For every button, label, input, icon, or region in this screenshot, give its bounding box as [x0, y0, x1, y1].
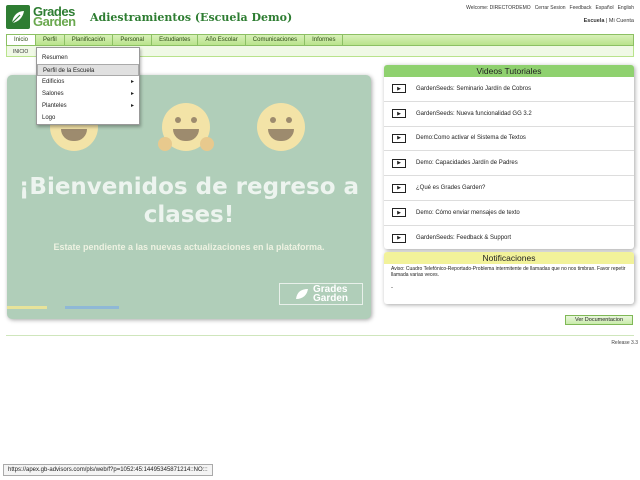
mouth — [268, 129, 294, 141]
spanish-link[interactable]: Español — [596, 5, 614, 11]
menu-informes[interactable]: Informes — [305, 35, 344, 45]
menu-planificacion[interactable]: Planificación — [65, 35, 114, 45]
logout-link[interactable]: Cerrar Sesion — [535, 5, 566, 11]
eye — [191, 117, 197, 123]
logo-text: Grades Garden — [33, 5, 76, 29]
dropdown-item-label: Perfil de la Escuela — [43, 68, 95, 74]
status-bar-url: https://apex.gb-advisors.com/pls/web/f?p… — [3, 464, 213, 476]
user-links: Escuela | Mi Cuenta — [584, 18, 634, 24]
dropdown-item-perfil-escuela[interactable]: Perfil de la Escuela — [37, 64, 139, 76]
grin-emoji-icon — [257, 103, 305, 151]
video-play-icon: ▶ — [392, 183, 406, 193]
app-header: Grades Garden Adiestramientos (Escuela D… — [0, 0, 640, 34]
leaf-icon — [6, 5, 30, 29]
dropdown-item-label: Logo — [42, 115, 56, 121]
video-title: Demo:Como activar el Sistema de Textos — [416, 135, 526, 142]
school-link[interactable]: Escuela — [584, 18, 605, 24]
banner-logo-line2: Garden — [312, 293, 348, 304]
video-title: GardenSeeds: Feedback & Support — [416, 235, 512, 242]
welcome-text: Welcome: DIRECTORDEMO — [466, 5, 531, 11]
english-link[interactable]: English — [618, 5, 634, 11]
submenu-arrow-icon: ▸ — [130, 91, 134, 97]
dropdown-item-logo[interactable]: Logo — [37, 112, 139, 124]
video-play-icon: ▶ — [392, 208, 406, 218]
eye — [286, 117, 292, 123]
dropdown-item-label: Resumen — [42, 55, 68, 61]
release-version: Release 3.3 — [611, 340, 638, 346]
stripe-blue — [65, 306, 119, 309]
dropdown-item-salones[interactable]: Salones ▸ — [37, 88, 139, 100]
notifications-panel-title: Notificaciones — [384, 252, 634, 264]
menu-ano-escolar[interactable]: Año Escolar — [198, 35, 246, 45]
video-item[interactable]: ▶ Demo: Cómo enviar mensajes de texto — [384, 201, 634, 226]
divider — [6, 335, 634, 336]
video-title: GardenSeeds: Nueva funcionalidad GG 3.2 — [416, 110, 532, 117]
hug-emoji-icon — [158, 103, 214, 151]
video-title: Demo: Cómo enviar mensajes de texto — [416, 209, 520, 216]
hand — [158, 137, 172, 151]
menu-estudiantes[interactable]: Estudiantes — [152, 35, 199, 45]
dropdown-item-resumen[interactable]: Resumen — [37, 52, 139, 64]
video-title: Demo: Capacidades Jardín de Padres — [416, 160, 518, 167]
video-play-icon: ▶ — [392, 84, 406, 94]
video-item[interactable]: ▶ GardenSeeds: Seminario Jardín de Cobros — [384, 77, 634, 102]
page-title: Adiestramientos (Escuela Demo) — [90, 11, 293, 24]
video-item[interactable]: ▶ Demo:Como activar el Sistema de Textos — [384, 127, 634, 152]
dropdown-item-label: Edificios — [42, 79, 65, 85]
menu-inicio[interactable]: Inicio — [7, 35, 37, 45]
my-account-link[interactable]: Mi Cuenta — [609, 18, 634, 24]
separator: | — [605, 18, 608, 24]
videos-panel-title: Videos Tutoriales — [384, 65, 634, 77]
eye — [270, 117, 276, 123]
menu-personal[interactable]: Personal — [113, 35, 153, 45]
video-title: ¿Qué es Grades Garden? — [416, 185, 486, 192]
notification-bullet: - — [391, 285, 393, 291]
main-menu: Inicio Perfil Planificación Personal Est… — [6, 34, 634, 46]
logo-line2: Garden — [33, 14, 76, 29]
submenu-arrow-icon: ▸ — [130, 103, 134, 109]
video-play-icon: ▶ — [392, 109, 406, 119]
perfil-dropdown: Resumen Perfil de la Escuela Edificios ▸… — [36, 47, 140, 125]
video-item[interactable]: ▶ GardenSeeds: Nueva funcionalidad GG 3.2 — [384, 102, 634, 127]
welcome-subtext: Estate pendiente a las nuevas actualizac… — [53, 242, 325, 252]
video-item[interactable]: ▶ GardenSeeds: Feedback & Support — [384, 226, 634, 251]
welcome-headline: ¡Bienvenidos de regreso a clases! — [18, 174, 360, 228]
notification-message: Aviso: Cuadro Telefónico-Reportado-Probl… — [391, 266, 626, 278]
menu-perfil[interactable]: Perfil — [36, 35, 65, 45]
video-play-icon: ▶ — [392, 158, 406, 168]
feedback-link[interactable]: Feedback — [570, 5, 592, 11]
dropdown-item-label: Planteles — [42, 103, 67, 109]
video-item[interactable]: ▶ ¿Qué es Grades Garden? — [384, 176, 634, 201]
eye — [175, 117, 181, 123]
leaf-icon — [295, 289, 308, 299]
grades-garden-logo[interactable]: Grades Garden — [6, 4, 84, 30]
video-play-icon: ▶ — [392, 133, 406, 143]
videos-panel: Videos Tutoriales ▶ GardenSeeds: Seminari… — [384, 65, 634, 249]
top-links: Welcome: DIRECTORDEMO Cerrar Sesion Feed… — [466, 5, 634, 11]
banner-logo: Grades Garden — [279, 283, 363, 305]
dropdown-item-label: Salones — [42, 91, 64, 97]
video-play-icon: ▶ — [392, 233, 406, 243]
dropdown-item-edificios[interactable]: Edificios ▸ — [37, 76, 139, 88]
submenu-arrow-icon: ▸ — [130, 79, 134, 85]
mouth — [61, 129, 87, 141]
view-documentation-button[interactable]: Ver Documentacion — [565, 315, 633, 325]
video-item[interactable]: ▶ Demo: Capacidades Jardín de Padres — [384, 151, 634, 177]
mouth — [173, 129, 199, 141]
notifications-panel: Notificaciones Aviso: Cuadro Telefónico-… — [384, 252, 634, 304]
menu-comunicaciones[interactable]: Comunicaciones — [246, 35, 306, 45]
dropdown-item-planteles[interactable]: Planteles ▸ — [37, 100, 139, 112]
hand — [200, 137, 214, 151]
stripe-yellow — [7, 306, 47, 309]
video-title: GardenSeeds: Seminario Jardín de Cobros — [416, 85, 532, 92]
